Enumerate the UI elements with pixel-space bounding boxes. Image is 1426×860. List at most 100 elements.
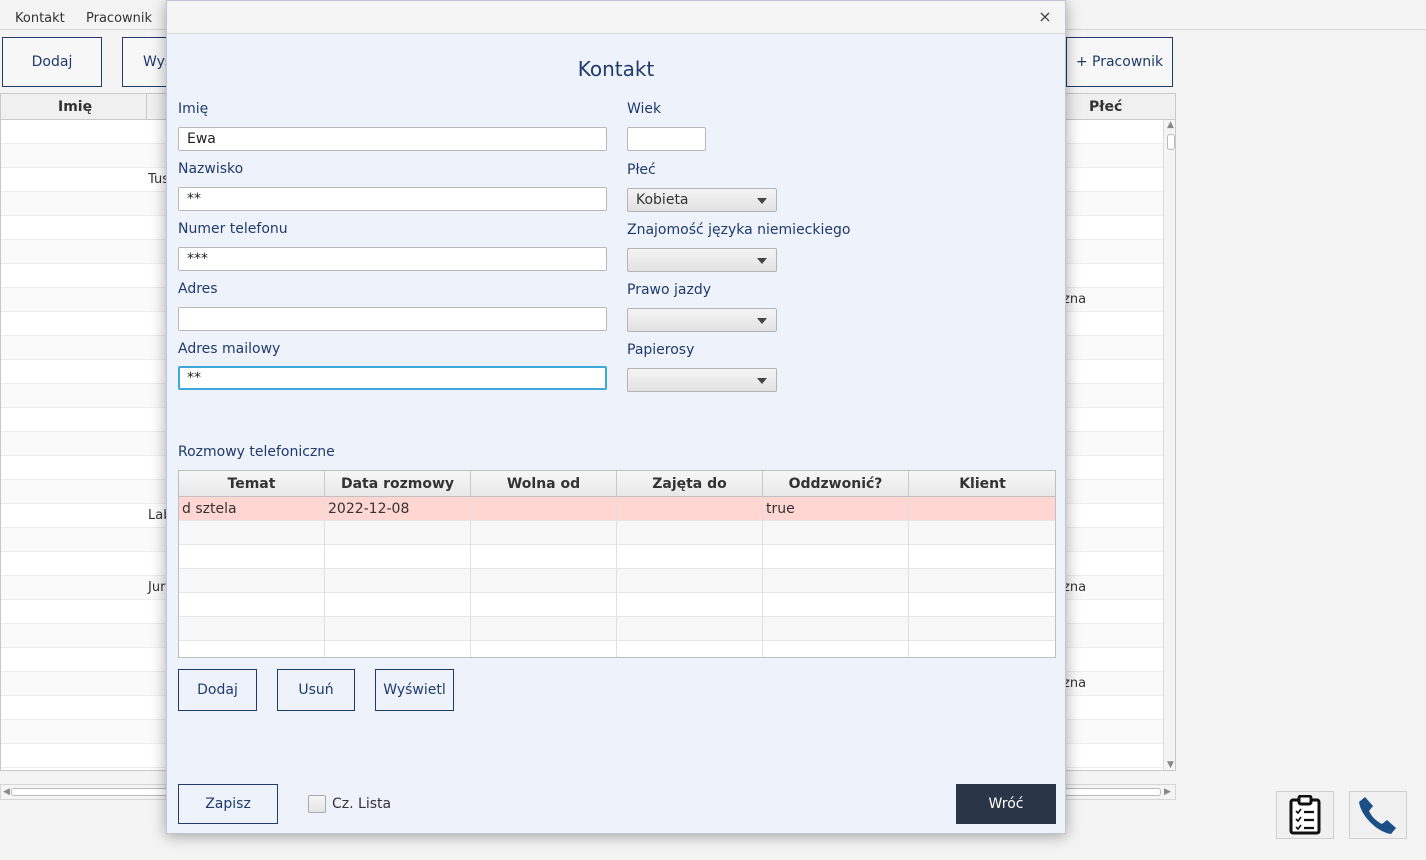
phone-icon: [1359, 797, 1396, 834]
scroll-down-arrow-icon[interactable]: ▼: [1167, 760, 1174, 770]
calls-table-cell: [325, 569, 471, 593]
age-field[interactable]: [627, 127, 706, 151]
calls-table-cell: [471, 617, 617, 641]
menu-pracownik[interactable]: Pracownik: [86, 11, 152, 26]
clipboard-button[interactable]: [1276, 791, 1334, 839]
gender-dropdown-value: Kobieta: [636, 192, 689, 208]
calls-table-cell: [909, 641, 1055, 657]
first-name-field[interactable]: [178, 127, 607, 151]
calls-table-row[interactable]: [179, 593, 1055, 617]
calls-column-header[interactable]: Klient: [909, 471, 1055, 497]
show-call-button[interactable]: Wyświetl: [375, 669, 454, 711]
clipboard-icon: [1289, 795, 1321, 835]
calls-table-cell: [471, 497, 617, 521]
last-name-field[interactable]: [178, 187, 607, 211]
calls-table-cell: [325, 593, 471, 617]
calls-table-cell: [325, 521, 471, 545]
add-call-button[interactable]: Dodaj: [178, 669, 257, 711]
table-cell: zna: [1063, 580, 1087, 595]
cigarettes-label: Papierosy: [627, 342, 695, 358]
vertical-scrollbar[interactable]: ▲ ▼: [1163, 120, 1175, 770]
blacklist-checkbox[interactable]: [308, 795, 326, 813]
calls-table-row[interactable]: [179, 569, 1055, 593]
table-cell: Jur: [148, 580, 166, 595]
back-button[interactable]: Wróć: [956, 784, 1056, 824]
calls-table-cell: [763, 593, 909, 617]
driving-license-dropdown[interactable]: [627, 308, 777, 332]
calls-table-header: Temat Data rozmowy Wolna od Zajęta do Oddzwo…: [179, 471, 1055, 497]
calls-table-cell: [325, 641, 471, 657]
table-cell: zna: [1063, 676, 1087, 691]
blacklist-checkbox-label[interactable]: Cz. Lista: [332, 796, 391, 812]
add-worker-button[interactable]: + Pracownik: [1066, 37, 1173, 87]
phone-label: Numer telefonu: [178, 221, 288, 237]
calls-column-header[interactable]: Wolna od: [471, 471, 617, 497]
calls-table-cell: [763, 641, 909, 657]
remove-call-button[interactable]: Usuń: [277, 669, 355, 711]
menu-kontakt[interactable]: Kontakt: [15, 11, 65, 26]
column-header-imie[interactable]: Imię: [58, 99, 92, 115]
calls-table-cell: [179, 521, 325, 545]
chevron-down-icon: [757, 378, 767, 384]
calls-table-row[interactable]: [179, 617, 1055, 641]
calls-table-cell: [909, 497, 1055, 521]
column-header-plec[interactable]: Płeć: [1089, 99, 1122, 115]
dialog-title: Kontakt: [577, 57, 655, 81]
calls-table-cell: [617, 521, 763, 545]
calls-table-cell: [763, 521, 909, 545]
calls-column-header[interactable]: Temat: [179, 471, 325, 497]
calls-table-row[interactable]: [179, 545, 1055, 569]
calls-table-row[interactable]: [179, 641, 1055, 657]
chevron-down-icon: [757, 198, 767, 204]
calls-table-cell: [617, 545, 763, 569]
german-label: Znajomość języka niemieckiego: [627, 222, 851, 238]
calls-table-cell: [909, 545, 1055, 569]
close-icon[interactable]: ×: [1035, 7, 1055, 27]
email-label: Adres mailowy: [178, 341, 281, 357]
driving-license-label: Prawo jazdy: [627, 282, 711, 298]
calls-column-header[interactable]: Zajęta do: [617, 471, 763, 497]
vertical-scroll-thumb[interactable]: [1167, 134, 1175, 150]
calls-table-row[interactable]: d sztela 2022-12-08 true: [179, 497, 1055, 521]
calls-table-cell: [179, 617, 325, 641]
calls-table: Temat Data rozmowy Wolna od Zajęta do Oddzwo…: [178, 470, 1056, 658]
age-label: Wiek: [627, 101, 662, 117]
table-cell: zna: [1063, 292, 1087, 307]
column-divider: [146, 94, 147, 120]
phone-field[interactable]: [178, 247, 607, 271]
gender-dropdown[interactable]: Kobieta: [627, 188, 777, 212]
contact-dialog: × Kontakt Imię Nazwisko Numer telefonu A…: [166, 0, 1066, 834]
cigarettes-dropdown[interactable]: [627, 368, 777, 392]
add-contact-button[interactable]: Dodaj: [2, 37, 102, 87]
calls-table-cell: [179, 641, 325, 657]
phone-button[interactable]: [1349, 791, 1407, 839]
calls-table-cell: [325, 617, 471, 641]
calls-table-cell: [909, 593, 1055, 617]
calls-table-cell: [763, 545, 909, 569]
calls-table-cell: [179, 593, 325, 617]
calls-table-cell: d sztela: [179, 497, 325, 521]
email-field[interactable]: [178, 366, 607, 390]
dialog-titlebar: ×: [167, 1, 1065, 34]
calls-table-row[interactable]: [179, 521, 1055, 545]
chevron-down-icon: [757, 258, 767, 264]
calls-table-cell: [763, 617, 909, 641]
calls-table-cell: [909, 617, 1055, 641]
scroll-left-arrow-icon[interactable]: ◀: [3, 787, 10, 797]
calls-table-cell: [471, 569, 617, 593]
scroll-up-arrow-icon[interactable]: ▲: [1167, 120, 1174, 130]
calls-table-cell: true: [763, 497, 909, 521]
calls-section-label: Rozmowy telefoniczne: [178, 444, 335, 460]
scroll-right-arrow-icon[interactable]: ▶: [1164, 787, 1171, 797]
calls-table-cell: [179, 545, 325, 569]
address-field[interactable]: [178, 307, 607, 331]
calls-table-cell: [617, 617, 763, 641]
calls-column-header[interactable]: Data rozmowy: [325, 471, 471, 497]
save-button[interactable]: Zapisz: [178, 784, 278, 824]
calls-table-cell: [471, 641, 617, 657]
calls-column-header[interactable]: Oddzwonić?: [763, 471, 909, 497]
german-dropdown[interactable]: [627, 248, 777, 272]
calls-table-cell: [909, 521, 1055, 545]
address-label: Adres: [178, 281, 218, 297]
chevron-down-icon: [757, 318, 767, 324]
